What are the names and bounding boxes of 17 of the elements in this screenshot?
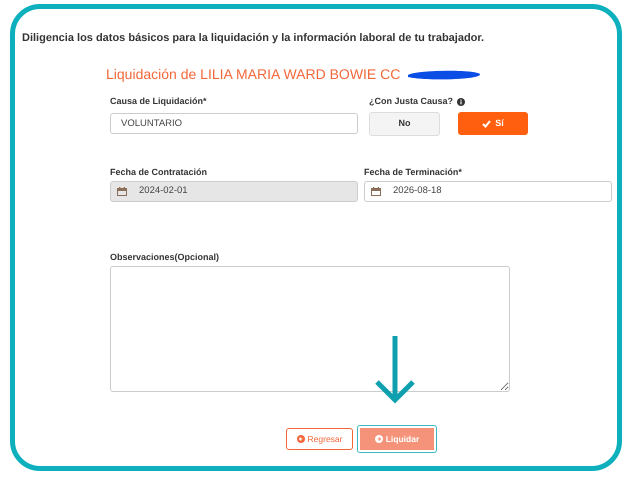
left-arrow-icon — [296, 435, 305, 443]
notes-field[interactable] — [110, 266, 510, 392]
cause-field[interactable]: VOLUNTARIO — [110, 113, 358, 134]
field-label: Fecha de Terminación* — [364, 166, 462, 179]
field-label: ¿Con Justa Causa? — [369, 95, 454, 108]
field-label: Causa de Liquidación* — [110, 95, 207, 108]
field-label: Fecha de Contratación — [110, 166, 208, 179]
page-heading: Liquidación de LILIA MARIA WARD BOWIE CC — [106, 65, 400, 84]
calendar-icon — [117, 187, 127, 196]
choice-button[interactable]: No — [369, 112, 440, 136]
instructions-text: Diligencia los datos básicos para la liquidación y la información laboral de tu trabajador. — [22, 31, 484, 46]
date-field[interactable]: 2026-08-18 — [364, 181, 612, 202]
check-icon — [482, 120, 492, 128]
right-arrow-icon — [374, 435, 383, 443]
calendar-icon — [371, 187, 381, 196]
info-icon[interactable] — [457, 98, 466, 106]
field-label: Observaciones(Opcional) — [110, 251, 220, 264]
